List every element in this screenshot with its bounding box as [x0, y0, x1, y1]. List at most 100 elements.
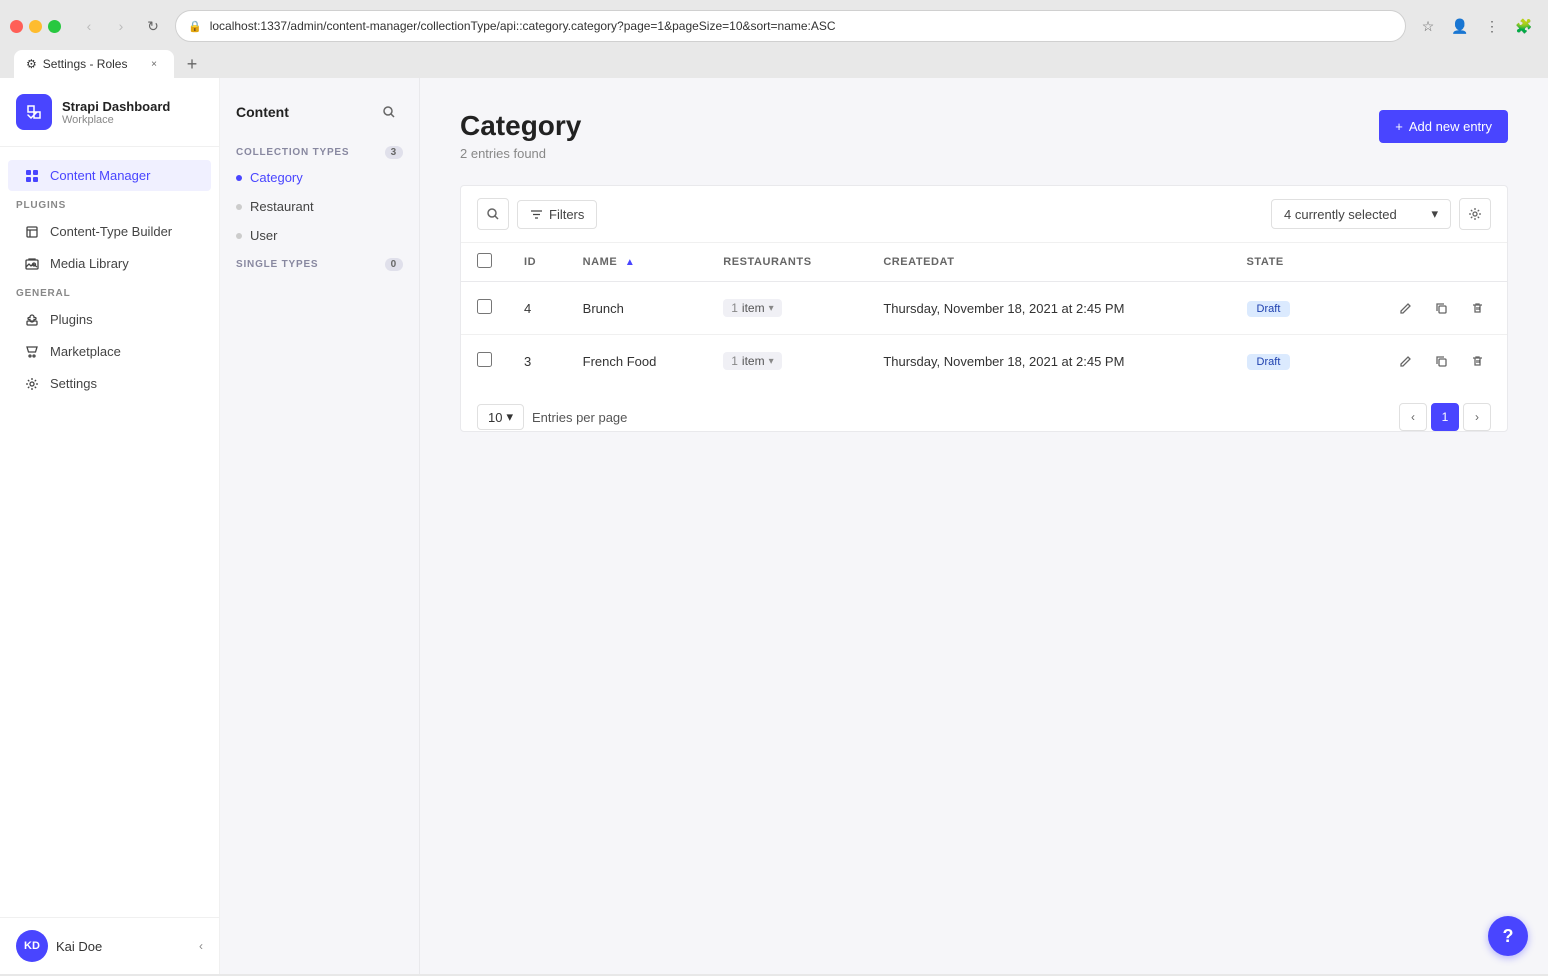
delete-button-1[interactable]	[1463, 294, 1491, 322]
single-types-count: 0	[385, 258, 403, 271]
plugins-section-label: Plugins	[0, 192, 219, 215]
inactive-dot-icon-2	[236, 233, 242, 239]
brand-area: Strapi Dashboard Workplace	[0, 78, 219, 147]
copy-button-1[interactable]	[1427, 294, 1455, 322]
minimize-traffic-light[interactable]	[29, 20, 42, 33]
plugins-icon	[24, 313, 40, 327]
table-row: 3 French Food 1 item ▾ Thursday, Novembe…	[461, 335, 1507, 388]
collapse-sidebar-button[interactable]: ‹	[199, 939, 203, 953]
add-entry-label: Add new entry	[1409, 119, 1492, 134]
add-entry-button[interactable]: + Add new entry	[1379, 110, 1508, 143]
columns-selected-text: 4 currently selected	[1284, 207, 1397, 222]
user-name: Kai Doe	[56, 939, 191, 954]
filters-label: Filters	[549, 207, 584, 222]
prev-page-button[interactable]: ‹	[1399, 403, 1427, 431]
profile-icon[interactable]: 👤	[1446, 12, 1474, 40]
copy-button-2[interactable]	[1427, 347, 1455, 375]
table-container: Filters 4 currently selected ▾	[460, 185, 1508, 432]
maximize-traffic-light[interactable]	[48, 20, 61, 33]
sidebar-item-marketplace[interactable]: Marketplace	[8, 336, 211, 367]
add-entry-icon: +	[1395, 119, 1403, 134]
restaurants-tag-1[interactable]: 1 item ▾	[723, 299, 781, 317]
row-actions-2	[1347, 347, 1491, 375]
main-content: Category 2 entries found + Add new entry	[420, 78, 1548, 974]
marketplace-icon	[24, 345, 40, 359]
new-tab-button[interactable]: +	[178, 50, 206, 78]
address-text: localhost:1337/admin/content-manager/col…	[210, 19, 1393, 33]
row-createdat-1: Thursday, November 18, 2021 at 2:45 PM	[867, 282, 1230, 335]
edit-button-1[interactable]	[1391, 294, 1419, 322]
edit-button-2[interactable]	[1391, 347, 1419, 375]
row-checkbox-2[interactable]	[477, 352, 492, 367]
sort-icon: ▲	[625, 257, 635, 268]
col-header-state: STATE	[1231, 243, 1332, 282]
bookmark-icon[interactable]: ☆	[1414, 12, 1442, 40]
single-types-label: Single Types 0	[220, 250, 419, 275]
address-bar[interactable]: 🔒 localhost:1337/admin/content-manager/c…	[175, 10, 1406, 42]
media-library-icon	[24, 257, 40, 271]
content-type-builder-icon	[24, 225, 40, 239]
settings-icon	[24, 377, 40, 391]
row-checkbox-1[interactable]	[477, 299, 492, 314]
filters-button[interactable]: Filters	[517, 200, 597, 229]
refresh-button[interactable]: ↻	[139, 12, 167, 40]
sidebar-item-user[interactable]: User	[220, 221, 419, 250]
table-settings-button[interactable]	[1459, 198, 1491, 230]
close-tab-button[interactable]: ×	[146, 56, 162, 72]
sidebar-item-restaurant[interactable]: Restaurant	[220, 192, 419, 221]
restaurants-tag-2[interactable]: 1 item ▾	[723, 352, 781, 370]
sidebar-item-label-restaurant: Restaurant	[250, 199, 314, 214]
forward-button[interactable]: ›	[107, 12, 135, 40]
content-sidebar-title: Content	[236, 104, 289, 120]
col-header-name[interactable]: NAME ▲	[567, 243, 708, 282]
menu-icon[interactable]: ⋮	[1478, 12, 1506, 40]
chevron-down-icon: ▾	[769, 303, 774, 314]
row-name-2: French Food	[567, 335, 708, 388]
row-id-2: 3	[508, 335, 567, 388]
sidebar-item-label-content-manager: Content Manager	[50, 168, 150, 183]
tab-title: Settings - Roles	[43, 57, 128, 71]
avatar: KD	[16, 930, 48, 962]
per-page-dropdown[interactable]: 10 ▾	[477, 404, 524, 430]
pagination: 10 ▾ Entries per page ‹ 1 ›	[461, 387, 1507, 431]
page-1-button[interactable]: 1	[1431, 403, 1459, 431]
data-table: ID NAME ▲ RESTAURANTS CREATEDAT STATE	[461, 243, 1507, 387]
per-page-value: 10	[488, 410, 502, 425]
sidebar-item-category[interactable]: Category	[220, 163, 419, 192]
row-createdat-2: Thursday, November 18, 2021 at 2:45 PM	[867, 335, 1230, 388]
brand-icon	[16, 94, 52, 130]
sidebar-item-label-category: Category	[250, 170, 303, 185]
sidebar-item-label-settings: Settings	[50, 376, 97, 391]
content-sidebar: Content Collection Types 3 Category Rest…	[220, 78, 420, 974]
sidebar-item-plugins[interactable]: Plugins	[8, 304, 211, 335]
content-search-button[interactable]	[375, 98, 403, 126]
extension-icon[interactable]: 🧩	[1510, 12, 1538, 40]
sidebar-item-label-media-library: Media Library	[50, 256, 129, 271]
active-tab[interactable]: ⚙ Settings - Roles ×	[14, 50, 174, 78]
help-button[interactable]: ?	[1488, 916, 1528, 956]
sidebar-item-content-manager[interactable]: Content Manager	[8, 160, 211, 191]
entries-count: 2 entries found	[460, 146, 581, 161]
back-button[interactable]: ‹	[75, 12, 103, 40]
table-row: 4 Brunch 1 item ▾ Thursday, November 18,…	[461, 282, 1507, 335]
sidebar-footer: KD Kai Doe ‹	[0, 917, 219, 974]
close-traffic-light[interactable]	[10, 20, 23, 33]
page-controls: ‹ 1 ›	[1399, 403, 1491, 431]
brand-sub: Workplace	[62, 114, 170, 126]
sidebar-item-media-library[interactable]: Media Library	[8, 248, 211, 279]
table-search-button[interactable]	[477, 198, 509, 230]
select-all-checkbox[interactable]	[477, 253, 492, 268]
sidebar-item-content-type-builder[interactable]: Content-Type Builder	[8, 216, 211, 247]
row-actions-1	[1347, 294, 1491, 322]
collection-types-count: 3	[385, 146, 403, 159]
status-badge-2: Draft	[1247, 354, 1291, 370]
chevron-down-icon: ▾	[1431, 206, 1438, 222]
per-page-label: Entries per page	[532, 410, 627, 425]
columns-selector[interactable]: 4 currently selected ▾	[1271, 199, 1451, 229]
inactive-dot-icon	[236, 204, 242, 210]
delete-button-2[interactable]	[1463, 347, 1491, 375]
next-page-button[interactable]: ›	[1463, 403, 1491, 431]
sidebar-item-settings[interactable]: Settings	[8, 368, 211, 399]
status-badge-1: Draft	[1247, 301, 1291, 317]
table-toolbar: Filters 4 currently selected ▾	[461, 186, 1507, 243]
